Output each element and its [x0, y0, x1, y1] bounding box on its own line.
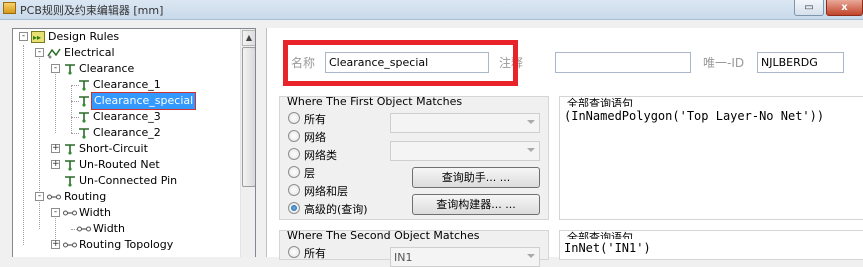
- unrouted-net-icon: [65, 160, 75, 171]
- clearance-rule-icon: [79, 128, 89, 139]
- close-icon: x: [841, 2, 848, 13]
- collapse-icon[interactable]: -: [35, 192, 44, 201]
- tree-item-label: Clearance_2: [93, 126, 161, 139]
- unconnected-pin-icon: [65, 176, 75, 187]
- tree-item-clearance-3[interactable]: Clearance_3: [13, 109, 239, 125]
- collapse-icon[interactable]: -: [51, 64, 60, 73]
- first-net-combo[interactable]: [390, 113, 540, 133]
- dropdown-arrow-icon: [527, 254, 535, 258]
- tree-item-label: Un-Connected Pin: [79, 174, 178, 187]
- second-net-combo[interactable]: IN1: [390, 247, 540, 267]
- scroll-thumb[interactable]: [242, 47, 255, 187]
- first-full-query-text[interactable]: (InNamedPolygon('Top Layer-No Net')): [560, 107, 863, 219]
- second-object-matches-title: Where The Second Object Matches: [287, 229, 480, 242]
- collapse-icon[interactable]: -: [35, 48, 44, 57]
- tree-item-clearance-1[interactable]: Clearance_1: [13, 77, 239, 93]
- tree-item-label: Routing: [64, 190, 107, 203]
- tree-item-clearance-special[interactable]: Clearance_special: [13, 92, 239, 110]
- tree-item-routing[interactable]: - Routing: [13, 189, 239, 205]
- query-builder-button[interactable]: 查询构建器... ...: [412, 194, 540, 215]
- highlight-box: [283, 40, 518, 86]
- clearance-rule-icon: [79, 112, 89, 123]
- width-rule-icon: [77, 226, 91, 232]
- tree-item-label: Width: [93, 222, 125, 235]
- rules-tree[interactable]: - ▸▸ Design Rules - Electrical - Clearan…: [12, 28, 256, 257]
- routing-topology-icon: [63, 242, 77, 248]
- tree-item-clearance-2[interactable]: Clearance_2: [13, 125, 239, 141]
- tree-item-electrical[interactable]: - Electrical: [13, 45, 239, 61]
- tree-item-un-routed-net[interactable]: + Un-Routed Net: [13, 157, 239, 173]
- radio-icon[interactable]: [288, 184, 300, 196]
- window-title: PCB规则及约束编辑器 [mm]: [20, 4, 164, 17]
- tree-item-label: Clearance_1: [93, 78, 161, 91]
- first-object-matches-group: Where The First Object Matches 所有 网络 网络类…: [279, 95, 549, 220]
- clearance-rule-icon: [79, 96, 89, 107]
- second-full-query-group: 全部查询语句 InNet('IN1'): [559, 230, 863, 260]
- clearance-rule-icon: [79, 80, 89, 91]
- tree-item-design-rules[interactable]: - ▸▸ Design Rules: [13, 29, 239, 45]
- second-object-matches-group: Where The Second Object Matches 所有 IN1: [279, 229, 549, 267]
- tree-item-label: Clearance_3: [93, 110, 161, 123]
- app-icon: [3, 2, 16, 14]
- rule-comment-input[interactable]: [555, 52, 691, 73]
- tree-item-clearance[interactable]: - Clearance: [13, 61, 239, 77]
- tree-item-un-connected-pin[interactable]: Un-Connected Pin: [13, 173, 239, 189]
- collapse-icon[interactable]: -: [19, 32, 28, 41]
- first-full-query-group: 全部查询语句 (InNamedPolygon('Top Layer-No Net…: [559, 96, 863, 220]
- radio-icon[interactable]: [288, 166, 300, 178]
- tree-item-routing-topology[interactable]: + Routing Topology: [13, 237, 239, 253]
- unique-id-input[interactable]: NJLBERDG: [757, 52, 844, 73]
- svg-text:▸▸: ▸▸: [33, 33, 41, 42]
- radio-icon[interactable]: [288, 130, 300, 142]
- dropdown-arrow-icon: [527, 148, 535, 152]
- query-helper-button[interactable]: 查询助手... ...: [412, 167, 540, 188]
- tree-item-label: Un-Routed Net: [79, 158, 160, 171]
- expand-icon[interactable]: +: [51, 160, 60, 169]
- tree-item-label: Clearance: [79, 62, 135, 75]
- design-rules-icon: ▸▸: [31, 31, 45, 43]
- maximize-icon: ▭: [804, 2, 814, 13]
- first-object-matches-title: Where The First Object Matches: [287, 95, 463, 108]
- expand-icon[interactable]: +: [51, 144, 60, 153]
- tree-item-label: Short-Circuit: [79, 142, 148, 155]
- second-full-query-text[interactable]: InNet('IN1'): [560, 239, 863, 259]
- radio-icon[interactable]: [288, 112, 300, 124]
- tree-item-width-category[interactable]: - Width: [13, 205, 239, 221]
- dropdown-arrow-icon: [527, 120, 535, 124]
- tree-item-label: Electrical: [64, 46, 115, 59]
- electrical-icon: [47, 48, 61, 59]
- routing-icon: [47, 194, 61, 200]
- tree-item-short-circuit[interactable]: + Short-Circuit: [13, 141, 239, 157]
- tree-item-label: Width: [79, 206, 111, 219]
- tree-item-label: Design Rules: [48, 30, 120, 43]
- tree-item-label: Routing Topology: [79, 238, 174, 251]
- scroll-up-icon[interactable]: ▲: [242, 30, 255, 46]
- unique-id-label: 唯一-ID: [703, 56, 745, 70]
- tree-item-width-rule[interactable]: Width: [13, 221, 239, 237]
- collapse-icon[interactable]: -: [51, 208, 60, 217]
- first-net-class-combo[interactable]: [390, 141, 540, 161]
- title-bar: PCB规则及约束编辑器 [mm] ▭ x: [0, 0, 863, 20]
- close-button[interactable]: x: [826, 0, 863, 16]
- clearance-icon: [65, 64, 75, 75]
- expand-icon[interactable]: +: [51, 240, 60, 249]
- width-icon: [63, 210, 77, 216]
- short-circuit-icon: [65, 144, 75, 155]
- radio-icon[interactable]: [288, 246, 300, 258]
- radio-selected-icon[interactable]: [288, 202, 300, 214]
- tree-item-label-selected: Clearance_special: [90, 92, 197, 110]
- maximize-button[interactable]: ▭: [794, 0, 824, 16]
- radio-icon[interactable]: [288, 148, 300, 160]
- tree-scrollbar[interactable]: ▲: [240, 29, 255, 257]
